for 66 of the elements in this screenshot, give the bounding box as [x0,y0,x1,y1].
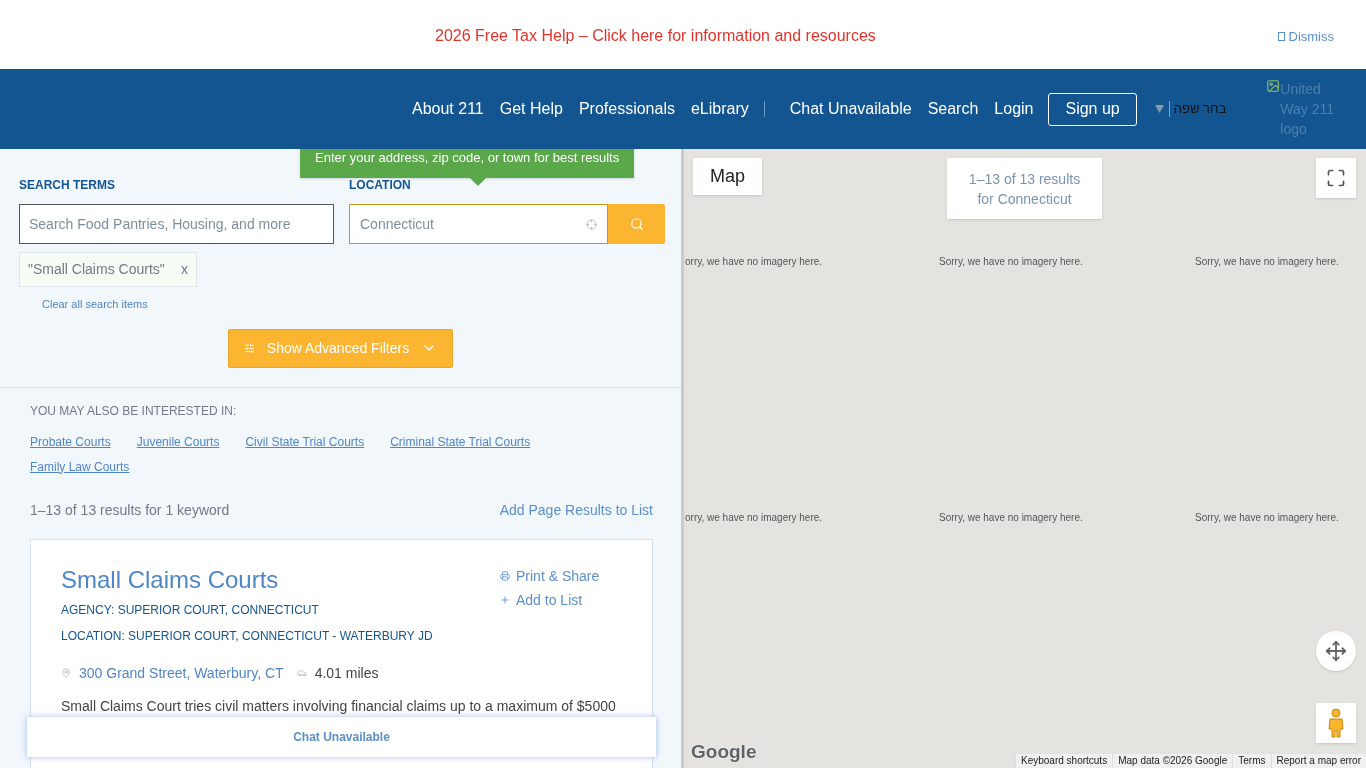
map-results-summary: 1–13 of 13 results for Connecticut [947,158,1102,219]
pan-arrows-icon [1325,640,1347,662]
plus-icon [500,595,510,605]
map-tile-text: orry, we have no imagery here. [685,511,823,525]
nav-link[interactable]: Get Help [499,97,563,121]
dismiss-button[interactable]: Dismiss [1277,27,1334,47]
pin-icon [61,668,71,678]
google-logo: Google [691,739,757,764]
field-label: SEARCH TERMS [19,177,116,194]
pegman-button[interactable] [1316,703,1356,743]
locate-icon [586,218,597,230]
add-page-link[interactable]: Add Page Results to List [499,499,653,521]
signup-button[interactable]: Sign up [1048,92,1137,126]
map-footer-link[interactable]: Report a map error [1270,754,1366,768]
section-heading: YOU MAY ALSO BE INTERESTED IN: [30,402,238,420]
print-share-link[interactable]: Print & Share [500,565,622,587]
related-link[interactable]: Juvenile Courts [136,432,220,451]
related-link[interactable]: Family Law Courts [30,457,130,476]
nav-link[interactable]: Professionals [578,97,675,121]
description-text: Small Claims Court tries civil matters involving financial claims up to a maximum of $5000 [61,696,617,716]
related-link[interactable]: Probate Courts [30,432,111,451]
search-button[interactable] [608,204,665,244]
remove-chip-button[interactable]: x [181,259,188,280]
dropdown-icon [1154,105,1164,113]
car-icon [296,668,307,678]
nav-link[interactable]: Login [994,97,1034,121]
clear-link[interactable]: Clear all search items [42,296,662,313]
nav-link[interactable]: About 211 [412,97,484,121]
printer-icon [500,571,510,581]
tooltip-arrow-icon [470,178,486,186]
field-label: LOCATION [349,177,411,194]
map-tile-text: Sorry, we have no imagery here. [1195,255,1339,269]
banner-link[interactable]: 2026 Free Tax Help – Click here for information and resources [435,24,876,48]
filter-icon [243,342,255,354]
location-field[interactable]: Connecticut [349,204,608,244]
language-select[interactable]: בחר שפה [1173,99,1227,119]
add-to-list-link[interactable]: Add to List [500,589,622,611]
result-title[interactable]: Small Claims Courts [61,561,433,598]
nav-link[interactable]: Chat Unavailable [789,97,912,121]
map-tile-text: Sorry, we have no imagery here. [1195,511,1339,525]
map-tile-text: Sorry, we have no imagery here. [939,255,1083,269]
logo-alt-text: United Way 211 logo [1280,80,1335,139]
pan-control[interactable] [1316,631,1356,671]
broken-image-icon [1266,79,1281,93]
search-chip: "Small Claims Courts" x [19,252,197,287]
map-tile-text: orry, we have no imagery here. [685,255,823,269]
nav-link[interactable]: eLibrary [690,97,749,121]
chat-bar[interactable]: Chat Unavailable [27,717,656,757]
pegman-icon [1327,708,1345,738]
agency-text: AGENCY: SUPERIOR COURT, CONNECTICUT [61,601,320,619]
map-footer-link[interactable]: Terms [1232,754,1271,768]
distance-text: 4.01 miles [314,663,379,683]
related-link[interactable]: Criminal State Trial Courts [390,432,531,451]
map-footer-link[interactable]: Map data ©2026 Google [1112,754,1233,768]
address-link[interactable]: 300 Grand Street, Waterbury, CT [79,662,284,684]
results-summary: 1–13 of 13 results for 1 keyword [30,500,230,520]
fullscreen-icon [1326,168,1346,188]
map-footer-link[interactable]: Keyboard shortcuts [1015,754,1113,768]
related-link[interactable]: Civil State Trial Courts [245,432,365,451]
nav-link[interactable]: Search [927,97,979,121]
search-icon [629,217,644,231]
map-tile-text: Sorry, we have no imagery here. [939,511,1083,525]
location-text: LOCATION: SUPERIOR COURT, CONNECTICUT - WATERBURY JD [61,627,433,645]
map-type-button[interactable]: Map [693,158,762,195]
search-field[interactable]: Search Food Pantries, Housing, and more [19,204,334,244]
fullscreen-button[interactable] [1316,158,1356,198]
